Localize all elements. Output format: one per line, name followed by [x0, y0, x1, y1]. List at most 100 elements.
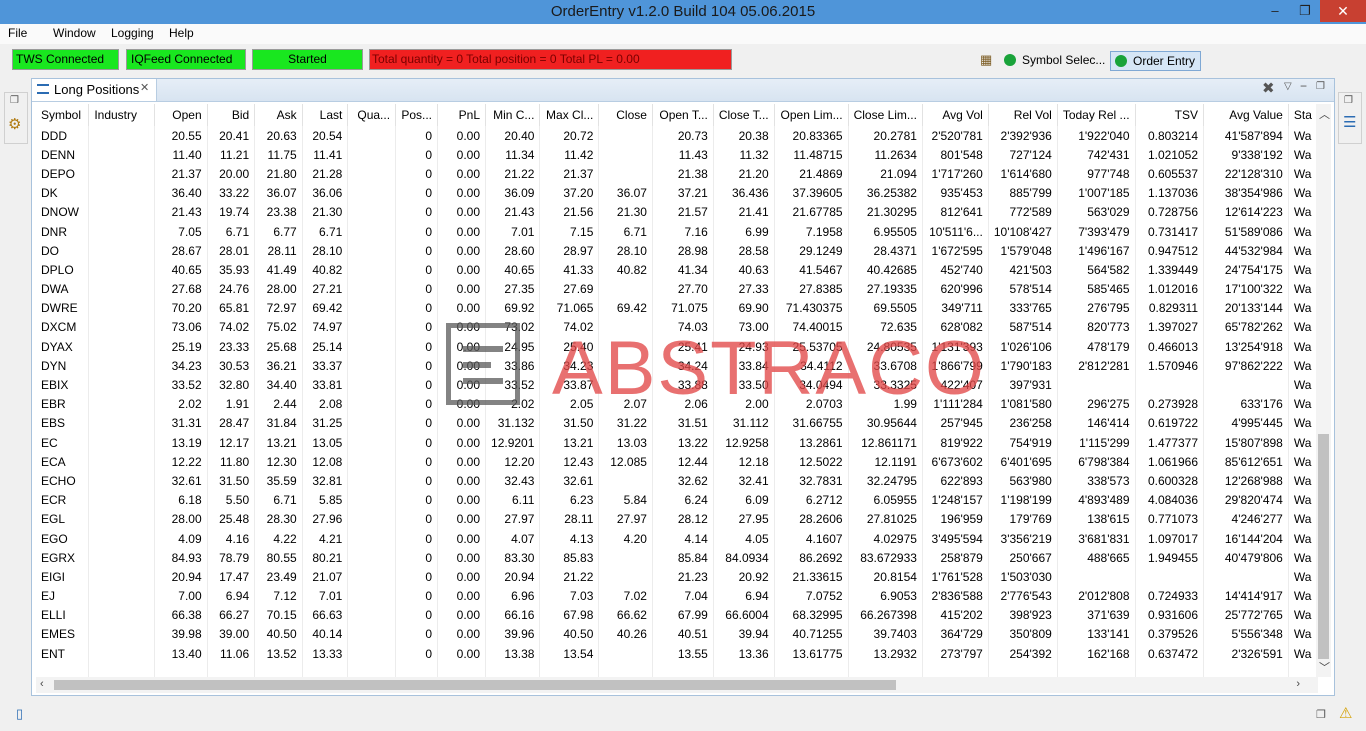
table-row[interactable]: EMES 39.98 39.00 40.50 40.14 0 0.00 39.96 40.50 4… — [36, 624, 1318, 645]
table-row[interactable]: EJ 7.00 6.94 7.12 7.01 0 0.00 6.96 7.03 7.02 7.04 6… — [36, 586, 1318, 606]
table-row[interactable]: DPLO 40.65 35.93 41.49 40.82 0 0.00 40.65 41.33 4… — [36, 260, 1318, 280]
menu-logging[interactable]: Logging — [111, 26, 154, 40]
restore-icon[interactable]: ❐ — [1344, 95, 1353, 106]
gear-icon[interactable]: ⚙ — [8, 115, 21, 133]
column-header[interactable]: Industry — [88, 104, 156, 126]
order-entry-button[interactable]: Order Entry — [1110, 51, 1201, 71]
menu-window[interactable]: Window — [53, 26, 96, 40]
table-cell: 196'959 — [922, 509, 989, 529]
tab-close-icon[interactable]: ✕ — [140, 81, 149, 94]
tab-long-positions[interactable]: Long Positions ✕ — [32, 79, 157, 101]
column-header[interactable]: Pos... — [395, 104, 439, 126]
column-header[interactable]: Today Rel ... — [1057, 104, 1136, 126]
scroll-left-icon[interactable]: ‹ — [40, 678, 44, 690]
table-row[interactable]: EGL 28.00 25.48 28.30 27.96 0 0.00 27.97 28.11 27… — [36, 509, 1318, 529]
table-cell: 28.60 — [485, 241, 541, 261]
restore-button[interactable]: ❐ — [1290, 0, 1320, 22]
symbol-selector-button[interactable]: Symbol Selec... — [1000, 51, 1106, 71]
column-header[interactable]: Last — [302, 104, 349, 126]
column-header[interactable]: Open Lim... — [774, 104, 849, 126]
column-header[interactable]: TSV — [1135, 104, 1205, 126]
table-cell: 6.24 — [652, 490, 714, 510]
table-cell: 276'795 — [1057, 298, 1136, 318]
table-cell: 0.00 — [437, 279, 487, 299]
table-row[interactable]: DNOW 21.43 19.74 23.38 21.30 0 0.00 21.43 21.56 2… — [36, 202, 1318, 222]
table-row[interactable]: DNR 7.05 6.71 6.77 6.71 0 0.00 7.01 7.15 6.71 7.16… — [36, 221, 1318, 242]
view-menu-icon[interactable]: ▽ — [1284, 81, 1292, 92]
table-row[interactable]: DWRE 70.20 65.81 72.97 69.42 0 0.00 69.92 71.065… — [36, 298, 1318, 318]
table-row[interactable]: ENT 13.40 11.06 13.52 13.33 0 0.00 13.38 13.54 13… — [36, 644, 1318, 664]
table-row[interactable]: ECHO 32.61 31.50 35.59 32.81 0 0.00 32.43 32.61 3… — [36, 471, 1318, 491]
restore-icon[interactable]: ❐ — [10, 95, 19, 106]
table-row[interactable]: EIGI 20.94 17.47 23.49 21.07 0 0.00 20.94 21.22 2… — [36, 567, 1318, 587]
table-cell: 1'248'157 — [922, 490, 989, 510]
column-header[interactable]: Rel Vol — [988, 104, 1058, 126]
table-cell — [347, 317, 397, 338]
table-row[interactable]: DDD 20.55 20.41 20.63 20.54 0 0.00 20.40 20.72 20… — [36, 126, 1318, 146]
column-header[interactable]: Sta — [1288, 104, 1318, 126]
table-cell: 72.97 — [254, 298, 303, 318]
view-minimize-icon[interactable]: − — [1300, 79, 1307, 93]
table-row[interactable]: DWA 27.68 24.76 28.00 27.21 0 0.00 27.35 27.69 27… — [36, 279, 1318, 299]
table-cell: 33.52 — [154, 375, 208, 395]
table-row[interactable]: EBS 31.31 28.47 31.84 31.25 0 0.00 31.132 31.50 3… — [36, 413, 1318, 433]
table-cell: 39.7403 — [848, 624, 923, 645]
table-row[interactable]: DYAX 25.19 23.33 25.68 25.14 0 0.00 24.95 25.40 2… — [36, 337, 1318, 357]
column-header[interactable]: Close Lim... — [848, 104, 923, 126]
close-button[interactable]: ✕ — [1320, 0, 1366, 22]
column-header[interactable]: Bid — [207, 104, 256, 126]
column-header[interactable]: Symbol — [36, 104, 90, 126]
column-header[interactable]: Open T... — [652, 104, 714, 126]
table-row[interactable]: ECR 6.18 5.50 6.71 5.85 0 0.00 6.11 6.23 5.84 6.24… — [36, 490, 1318, 510]
table-row[interactable]: EGRX 84.93 78.79 80.55 80.21 0 0.00 83.30 85.83 8… — [36, 548, 1318, 568]
restore-icon[interactable]: ❐ — [1316, 708, 1326, 721]
column-header[interactable]: Close — [598, 104, 653, 126]
table-cell: 17.47 — [207, 567, 256, 587]
column-header[interactable]: PnL — [437, 104, 487, 126]
table-cell: 1'790'183 — [988, 356, 1058, 376]
column-header[interactable]: Close T... — [713, 104, 775, 126]
table-row[interactable]: EGO 4.09 4.16 4.22 4.21 0 0.00 4.07 4.13 4.20 4.14… — [36, 528, 1318, 549]
table-row[interactable]: DEPO 21.37 20.00 21.80 21.28 0 0.00 21.22 21.37 2… — [36, 164, 1318, 184]
scroll-right-icon[interactable]: › — [1296, 678, 1300, 690]
table-cell: 31.22 — [598, 413, 653, 433]
horizontal-scroll-thumb[interactable] — [54, 680, 896, 690]
table-row[interactable]: DO 28.67 28.01 28.11 28.10 0 0.00 28.60 28.97 28.… — [36, 241, 1318, 261]
table-cell — [347, 221, 397, 242]
table-row[interactable]: DENN 11.40 11.21 11.75 11.41 0 0.00 11.34 11.42 1… — [36, 145, 1318, 165]
table-row[interactable]: DYN 34.23 30.53 36.21 33.37 0 0.00 33.86 34.23 34… — [36, 356, 1318, 376]
warning-icon[interactable]: ⚠ — [1339, 704, 1352, 722]
perspective-icon[interactable]: ▦ — [980, 51, 996, 71]
view-maximize-icon[interactable]: ❐ — [1316, 81, 1325, 92]
table-cell: 21.43 — [154, 202, 208, 222]
vertical-scrollbar[interactable]: ︿ ﹀ — [1316, 104, 1331, 677]
table-row[interactable]: EC 13.19 12.17 13.21 13.05 0 0.00 12.9201 13.21 1… — [36, 433, 1318, 453]
fast-view-icon[interactable]: ▯ — [16, 706, 23, 722]
horizontal-scrollbar[interactable]: ‹ › — [36, 677, 1318, 693]
table-cell: 36.436 — [713, 183, 775, 203]
table-row[interactable]: DXCM 73.06 74.02 75.02 74.97 0 0.00 73.02 74.02 7… — [36, 317, 1318, 338]
menu-help[interactable]: Help — [169, 26, 194, 40]
column-header[interactable]: Min C... — [485, 104, 541, 126]
vertical-scroll-thumb[interactable] — [1318, 434, 1329, 659]
column-header[interactable]: Max Cl... — [539, 104, 600, 126]
list-icon[interactable]: ☰ — [1343, 113, 1356, 131]
view-close-icon[interactable]: ✖ — [1262, 79, 1275, 97]
table-row[interactable]: DK 36.40 33.22 36.07 36.06 0 0.00 36.09 37.20 36.… — [36, 183, 1318, 203]
table-row[interactable]: ELLI 66.38 66.27 70.15 66.63 0 0.00 66.16 67.98 6… — [36, 605, 1318, 625]
table-row[interactable]: EBR 2.02 1.91 2.44 2.08 0 0.00 2.02 2.05 2.07 2.06… — [36, 394, 1318, 414]
table-row[interactable]: EBIX 33.52 32.80 34.40 33.81 0 0.00 33.52 33.87 3… — [36, 375, 1318, 395]
column-header[interactable]: Qua... — [347, 104, 397, 126]
minimize-button[interactable]: – — [1260, 0, 1290, 22]
scroll-up-icon[interactable]: ︿ — [1319, 106, 1330, 122]
column-header[interactable]: Open — [154, 104, 208, 126]
column-header[interactable]: Avg Value — [1203, 104, 1289, 126]
table-cell: 25.41 — [652, 337, 714, 357]
column-header[interactable]: Ask — [254, 104, 303, 126]
table-row[interactable]: ECA 12.22 11.80 12.30 12.08 0 0.00 12.20 12.43 12… — [36, 452, 1318, 472]
table-cell: 13.19 — [154, 433, 208, 453]
menu-file[interactable]: File — [8, 26, 27, 40]
table-cell: DEPO — [36, 164, 90, 184]
column-header[interactable]: Avg Vol — [922, 104, 989, 126]
scroll-down-icon[interactable]: ﹀ — [1319, 659, 1330, 675]
